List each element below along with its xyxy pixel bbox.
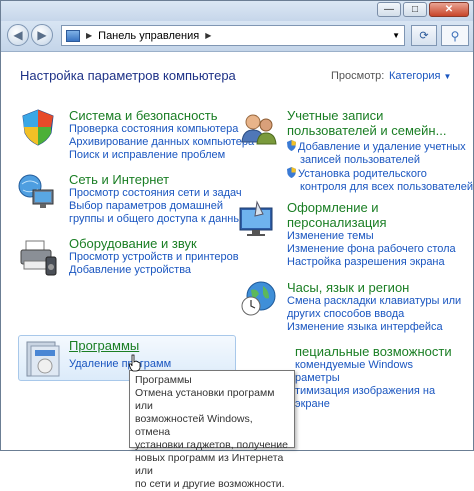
main-content: Настройка параметров компьютера Просмотр… bbox=[1, 52, 473, 490]
category-title-appearance-line1[interactable]: Оформление и bbox=[287, 200, 456, 215]
category-title-programs[interactable]: Программы bbox=[69, 338, 171, 353]
users-icon bbox=[241, 114, 277, 145]
category-clock-language: Часы, язык и регион Смена раскладки клав… bbox=[287, 280, 461, 334]
category-system-security: Система и безопасность Проверка состояни… bbox=[69, 108, 254, 162]
link-troubleshoot[interactable]: Поиск и исправление проблем bbox=[69, 149, 254, 162]
link-change-display-language[interactable]: Изменение языка интерфейса bbox=[287, 321, 461, 334]
view-by-value[interactable]: Категория bbox=[389, 70, 440, 82]
category-title-hardware-sound[interactable]: Оборудование и звук bbox=[69, 236, 239, 251]
view-by-label: Просмотр: bbox=[331, 70, 385, 82]
chevron-down-icon: ▼ bbox=[443, 72, 452, 81]
breadcrumb-control-panel[interactable]: Панель управления bbox=[98, 30, 199, 42]
category-title-network-internet[interactable]: Сеть и Интернет bbox=[69, 172, 249, 187]
tooltip-line: установки гаджетов, получение bbox=[135, 439, 289, 451]
link-add-remove-accounts-text[interactable]: Добавление и удаление учетных bbox=[298, 141, 466, 153]
link-check-computer-status[interactable]: Проверка состояния компьютера bbox=[69, 123, 254, 136]
back-button[interactable]: ◀ bbox=[7, 24, 29, 46]
link-parental-controls-cont[interactable]: контроля для всех пользователей bbox=[287, 181, 473, 194]
link-screen-resolution[interactable]: Настройка разрешения экрана bbox=[287, 256, 456, 269]
refresh-button[interactable]: ⟳ bbox=[411, 25, 437, 46]
breadcrumb-separator-icon[interactable]: ▶ bbox=[205, 31, 211, 40]
globe-clock-icon bbox=[241, 281, 276, 316]
programs-icon bbox=[26, 341, 60, 377]
shield-icon bbox=[22, 109, 54, 146]
category-title-user-accounts-line1[interactable]: Учетные записи bbox=[287, 108, 473, 123]
link-optimize-display-cont[interactable]: экране bbox=[295, 398, 452, 411]
category-appearance: Оформление и персонализация Изменение те… bbox=[287, 200, 456, 269]
link-change-theme[interactable]: Изменение темы bbox=[287, 230, 456, 243]
breadcrumb-separator-icon[interactable]: ▶ bbox=[86, 31, 92, 40]
search-icon: ⚲ bbox=[450, 28, 460, 43]
link-windows-suggested-settings-cont[interactable]: раметры bbox=[295, 372, 452, 385]
title-bar: — □ ✕ bbox=[1, 1, 473, 21]
address-dropdown-icon[interactable]: ▼ bbox=[392, 31, 400, 40]
uac-shield-icon bbox=[287, 167, 296, 178]
category-title-ease-of-access[interactable]: пециальные возможности bbox=[295, 344, 452, 359]
category-hardware-sound: Оборудование и звук Просмотр устройств и… bbox=[69, 236, 239, 277]
category-title-appearance-line2[interactable]: персонализация bbox=[287, 215, 456, 230]
category-title-clock-language[interactable]: Часы, язык и регион bbox=[287, 280, 461, 295]
tooltip-line: по сети и другие возможности. bbox=[135, 478, 285, 490]
control-panel-icon bbox=[66, 29, 80, 42]
link-change-keyboard[interactable]: Смена раскладки клавиатуры или bbox=[287, 295, 461, 308]
search-button[interactable]: ⚲ bbox=[441, 25, 469, 46]
link-homegroup-sharing[interactable]: группы и общего доступа к данным bbox=[69, 213, 249, 226]
link-network-status[interactable]: Просмотр состояния сети и задач bbox=[69, 187, 249, 200]
category-user-accounts: Учетные записи пользователей и семейн...… bbox=[287, 108, 473, 194]
link-parental-controls[interactable]: Установка родительского bbox=[287, 167, 473, 181]
link-add-device[interactable]: Добавление устройства bbox=[69, 264, 239, 277]
view-by-dropdown[interactable]: Категория ▼ bbox=[389, 70, 451, 82]
link-windows-suggested-settings[interactable]: комендуемые Windows bbox=[295, 359, 452, 372]
close-button[interactable]: ✕ bbox=[429, 2, 469, 17]
minimize-button[interactable]: — bbox=[377, 2, 401, 17]
navigation-bar: ◀ ▶ ▶ Панель управления ▶ ▼ ⟳ ⚲ bbox=[1, 21, 473, 52]
tooltip-line: новых программ из Интернета или bbox=[135, 452, 284, 477]
hand-cursor-icon bbox=[128, 354, 141, 372]
printer-icon bbox=[20, 240, 57, 276]
tooltip-title: Программы bbox=[135, 374, 192, 386]
appearance-icon bbox=[239, 200, 273, 236]
forward-button[interactable]: ▶ bbox=[31, 24, 53, 46]
control-panel-window: — □ ✕ ◀ ▶ ▶ Панель управления ▶ ▼ ⟳ ⚲ На… bbox=[0, 0, 474, 490]
refresh-icon: ⟳ bbox=[419, 30, 429, 42]
category-network-internet: Сеть и Интернет Просмотр состояния сети … bbox=[69, 172, 249, 226]
link-backup-computer[interactable]: Архивирование данных компьютера bbox=[69, 136, 254, 149]
maximize-button[interactable]: □ bbox=[403, 2, 427, 17]
uac-shield-icon bbox=[287, 140, 296, 151]
link-add-remove-accounts[interactable]: Добавление и удаление учетных bbox=[287, 140, 473, 154]
page-title: Настройка параметров компьютера bbox=[20, 68, 236, 83]
link-optimize-display[interactable]: тимизация изображения на bbox=[295, 385, 452, 398]
tooltip-line: возможностей Windows, отмена bbox=[135, 413, 253, 438]
link-devices-printers[interactable]: Просмотр устройств и принтеров bbox=[69, 251, 239, 264]
category-title-user-accounts-line2[interactable]: пользователей и семейн... bbox=[287, 123, 473, 138]
link-change-background[interactable]: Изменение фона рабочего стола bbox=[287, 243, 456, 256]
category-ease-of-access: пециальные возможности комендуемые Windo… bbox=[295, 344, 452, 411]
link-homegroup-options[interactable]: Выбор параметров домашней bbox=[69, 200, 249, 213]
address-bar[interactable]: ▶ Панель управления ▶ ▼ bbox=[61, 25, 405, 46]
link-add-remove-accounts-cont[interactable]: записей пользователей bbox=[287, 154, 473, 167]
category-title-system-security[interactable]: Система и безопасность bbox=[69, 108, 254, 123]
arrow-right-icon: ▶ bbox=[37, 28, 47, 42]
network-icon bbox=[18, 174, 54, 208]
link-change-keyboard-cont[interactable]: других способов ввода bbox=[287, 308, 461, 321]
tooltip-line: Отмена установки программ или bbox=[135, 387, 275, 412]
category-programs: Программы Удаление программ bbox=[69, 338, 171, 371]
arrow-left-icon: ◀ bbox=[13, 28, 23, 42]
programs-tooltip: Программы Отмена установки программ или … bbox=[129, 370, 295, 490]
link-parental-controls-text[interactable]: Установка родительского bbox=[298, 168, 427, 180]
